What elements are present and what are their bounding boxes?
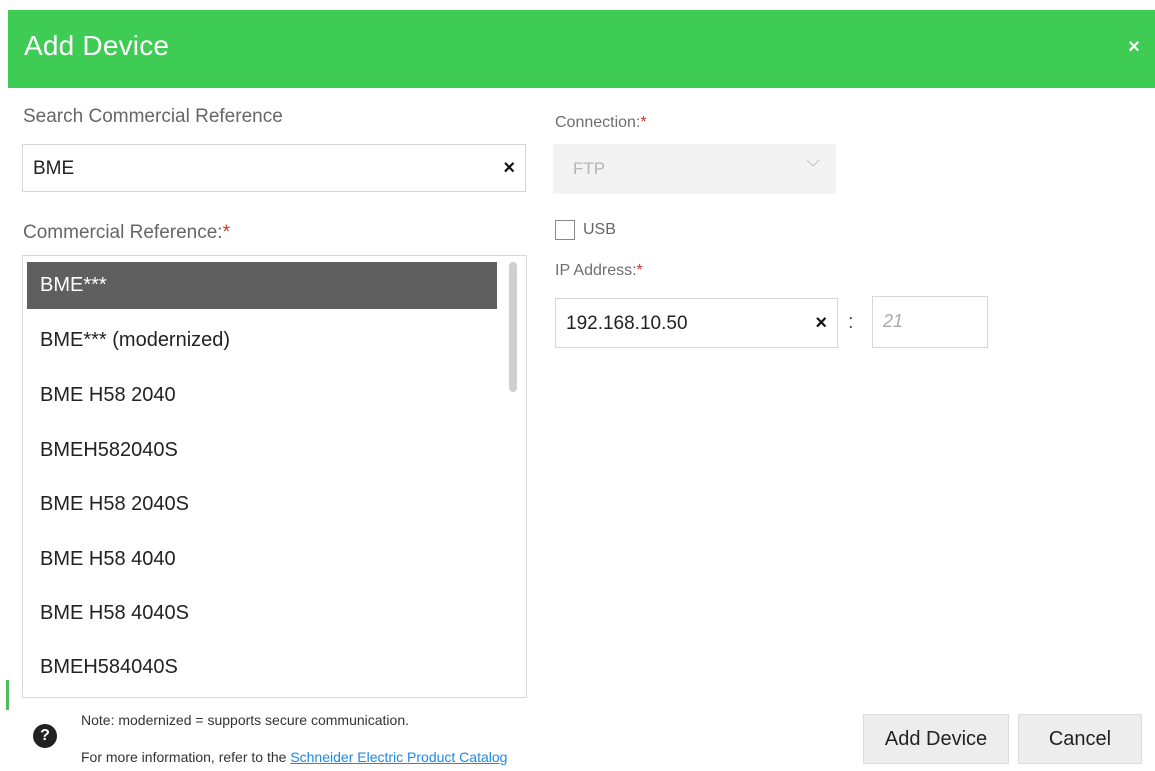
list-item[interactable]: BMEH584040S [27,644,497,691]
connection-select[interactable]: FTP [553,144,836,194]
clear-search-icon[interactable]: × [503,157,515,180]
port-placeholder: 21 [883,311,904,331]
list-item[interactable]: BME H58 2040S [27,481,497,528]
list-item[interactable]: BME H58 4040 [27,536,497,583]
list-item[interactable]: BME*** [27,262,497,309]
search-label: Search Commercial Reference [23,106,283,127]
list-item[interactable]: BME H58 2040 [27,372,497,419]
required-asterisk: * [636,262,643,279]
question-circle-icon: ? [33,724,57,748]
list-scrollbar-thumb[interactable] [509,262,517,392]
required-asterisk: * [640,114,647,131]
clear-ip-icon[interactable]: × [815,312,827,335]
commercial-reference-label: Commercial Reference:* [23,222,230,243]
ip-address-value: 192.168.10.50 [566,313,688,334]
product-catalog-link[interactable]: Schneider Electric Product Catalog [290,749,507,765]
catalog-note-prefix: For more information, refer to the [81,749,291,765]
list-item[interactable]: BME H58 4040S [27,590,497,637]
catalog-note: For more information, refer to the Schne… [81,749,507,765]
chevron-down-icon [806,159,820,167]
cancel-button[interactable]: Cancel [1018,714,1142,764]
search-input-value: BME [33,158,75,179]
list-item[interactable]: BME*** (modernized) [27,317,497,364]
close-icon[interactable]: × [1123,36,1145,58]
dialog-title: Add Device [24,30,170,61]
port-separator: : [848,311,854,333]
usb-label: USB [583,221,616,238]
ip-address-label: IP Address:* [555,262,643,279]
connection-select-value: FTP [573,159,606,178]
port-input[interactable]: 21 [872,296,988,348]
dialog-titlebar: Add Device × [8,10,1155,88]
required-asterisk: * [222,222,230,243]
connection-label: Connection:* [555,114,647,131]
window-edge-accent [6,680,9,710]
add-device-button[interactable]: Add Device [863,714,1009,764]
search-input[interactable]: BME × [22,144,526,192]
usb-checkbox[interactable] [555,220,575,240]
ip-address-input[interactable]: 192.168.10.50 × [555,298,838,348]
commercial-reference-list[interactable]: BME*** BME*** (modernized) BME H58 2040 … [22,255,527,698]
note-text: Note: modernized = supports secure commu… [81,712,409,728]
list-item[interactable]: BMEH582040S [27,427,497,474]
add-device-dialog: Add Device × Search Commercial Reference… [0,0,1155,771]
